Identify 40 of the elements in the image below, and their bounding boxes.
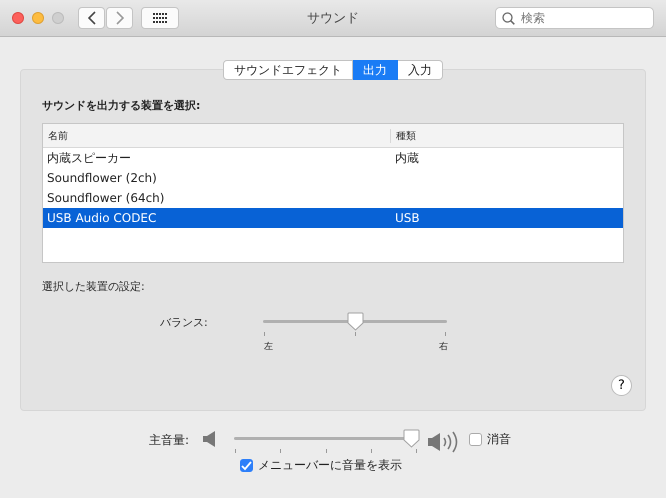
minimize-button[interactable] [32,12,44,24]
checkmark-icon [241,460,252,470]
search-icon [502,12,515,24]
tab[interactable]: サウンドエフェクト [223,60,353,80]
tab[interactable]: 入力 [398,60,443,80]
table-cell: 内蔵 [395,150,419,164]
help-button[interactable]: ? [611,375,632,396]
back-button[interactable] [78,7,105,29]
section-heading: 選択した装置の設定: [42,279,146,294]
table-cell: Soundflower (2ch) [47,171,157,185]
zoom-button[interactable] [52,12,64,24]
grid-icon [153,13,167,23]
window-title: サウンド [306,10,360,27]
balance-label: バランス: [160,315,209,331]
close-button[interactable] [12,12,24,24]
table-cell: USB Audio CODEC [47,211,156,225]
table-row[interactable]: 内蔵スピーカー 内蔵 [43,148,623,168]
tick-label: 右 [439,340,448,353]
slider-thumb[interactable] [402,429,420,448]
table-row[interactable]: Soundflower (64ch) [43,188,623,208]
slider-thumb[interactable] [347,312,364,331]
column-header[interactable]: 種類 [391,128,623,142]
show-all-button[interactable] [141,7,179,29]
volume-label: 主音量: [148,432,190,449]
table-cell: 内蔵スピーカー [47,150,131,164]
table-row[interactable]: Soundflower (2ch) [43,168,623,188]
table-cell: USB [395,211,420,225]
table-row[interactable]: USB Audio CODEC USB [43,208,623,228]
section-heading: サウンドを出力する装置を選択: [42,98,202,113]
table-cell: Soundflower (64ch) [47,191,164,205]
column-header[interactable]: 名前 [43,128,391,142]
mute-checkbox[interactable]: 消音 [469,431,512,448]
tab[interactable]: 出力 [353,60,398,80]
search-input[interactable]: 検索 [519,10,643,26]
search-field[interactable]: 検索 [495,7,654,29]
chevron-left-icon [88,11,96,25]
menu-bar-checkbox[interactable]: メニューバーに音量を表示 [240,457,402,474]
speaker-icon [203,431,216,447]
chevron-right-icon [116,11,124,25]
tick-label: 左 [264,340,273,353]
